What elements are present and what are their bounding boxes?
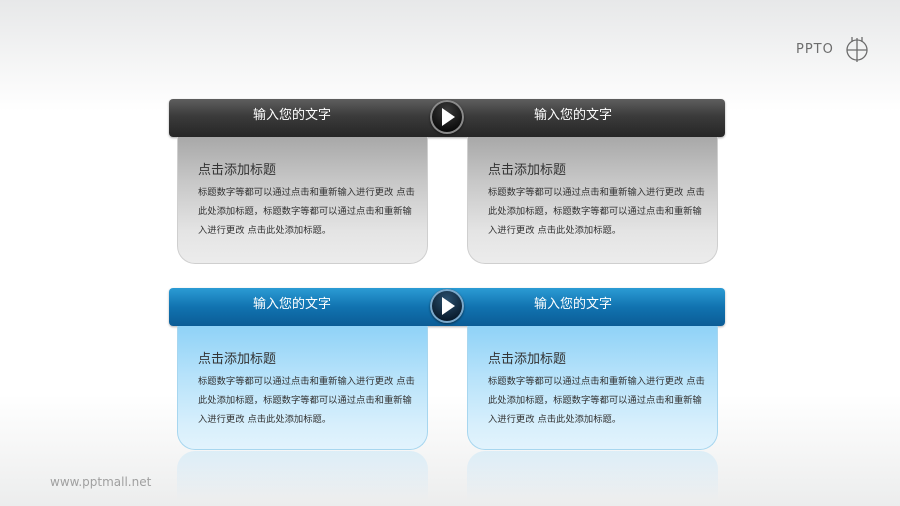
bar-right-label[interactable]: 输入您的文字 xyxy=(473,297,673,313)
card-reflection xyxy=(177,451,428,501)
card-body[interactable]: 标题数字等都可以通过点击和重新输入进行更改 点击此处添加标题，标题数字等都可以通… xyxy=(488,372,710,429)
header-bar-blue: 输入您的文字 输入您的文字 xyxy=(169,288,725,326)
card-title[interactable]: 点击添加标题 xyxy=(488,352,566,368)
card-title[interactable]: 点击添加标题 xyxy=(198,352,276,368)
header-bar-dark: 输入您的文字 输入您的文字 xyxy=(169,99,725,137)
play-icon[interactable] xyxy=(430,289,464,323)
logo-text: PPTO xyxy=(796,42,834,57)
globe-icon xyxy=(846,37,868,62)
card-blue-left: 点击添加标题 标题数字等都可以通过点击和重新输入进行更改 点击此处添加标题，标题… xyxy=(177,326,428,450)
bar-left-label[interactable]: 输入您的文字 xyxy=(192,297,392,313)
card-body[interactable]: 标题数字等都可以通过点击和重新输入进行更改 点击此处添加标题，标题数字等都可以通… xyxy=(198,183,420,240)
bar-left-label[interactable]: 输入您的文字 xyxy=(192,108,392,124)
card-title[interactable]: 点击添加标题 xyxy=(198,163,276,179)
card-grey-right: 点击添加标题 标题数字等都可以通过点击和重新输入进行更改 点击此处添加标题，标题… xyxy=(467,137,718,264)
footer-url: www.pptmall.net xyxy=(50,475,152,489)
card-blue-right: 点击添加标题 标题数字等都可以通过点击和重新输入进行更改 点击此处添加标题，标题… xyxy=(467,326,718,450)
card-reflection xyxy=(467,451,718,501)
play-icon[interactable] xyxy=(430,100,464,134)
bar-right-label[interactable]: 输入您的文字 xyxy=(473,108,673,124)
card-body[interactable]: 标题数字等都可以通过点击和重新输入进行更改 点击此处添加标题，标题数字等都可以通… xyxy=(198,372,420,429)
card-body[interactable]: 标题数字等都可以通过点击和重新输入进行更改 点击此处添加标题，标题数字等都可以通… xyxy=(488,183,710,240)
card-title[interactable]: 点击添加标题 xyxy=(488,163,566,179)
logo: PPTO xyxy=(796,36,876,66)
card-grey-left: 点击添加标题 标题数字等都可以通过点击和重新输入进行更改 点击此处添加标题，标题… xyxy=(177,137,428,264)
